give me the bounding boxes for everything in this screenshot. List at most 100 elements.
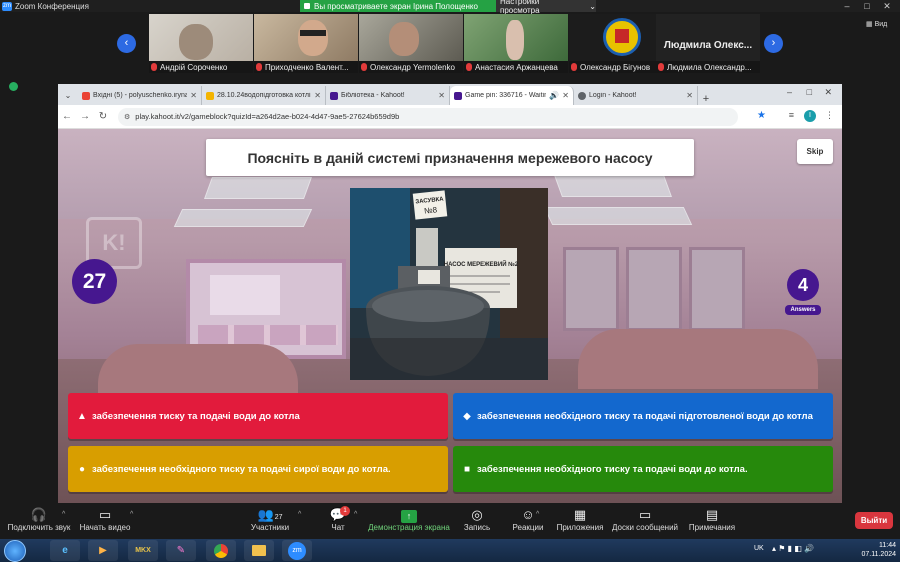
answer-option-yellow[interactable]: ● забезпечення необхідного тиску та пода…: [68, 446, 448, 492]
browser-maximize-icon[interactable]: □: [807, 87, 812, 97]
browser-minimize-icon[interactable]: –: [787, 87, 792, 97]
video-button[interactable]: ▭ Начать видео: [78, 507, 132, 532]
paint-icon[interactable]: ✎: [166, 540, 196, 561]
participant-video: [464, 14, 568, 61]
profile-avatar[interactable]: I: [804, 110, 816, 122]
participant-name: Анастасия Аржанцева: [464, 61, 568, 73]
chat-button[interactable]: 💬 1 Чат: [326, 506, 350, 532]
chat-badge: 1: [340, 506, 350, 516]
reload-icon[interactable]: ↻: [94, 111, 112, 122]
slides-icon: [206, 91, 214, 100]
clock-date: 07.11.2024: [861, 551, 896, 558]
maximize-icon[interactable]: □: [856, 0, 878, 12]
security-shield-icon: [9, 82, 18, 91]
prev-participants-button[interactable]: ‹: [117, 34, 136, 53]
skip-button[interactable]: Skip: [797, 139, 833, 164]
browser-tab-strip: ⌄ Вхідні (5) - polyuschenko.iryna@ ✕ 28.1…: [58, 84, 842, 105]
leave-button[interactable]: Выйти: [855, 512, 893, 529]
close-icon[interactable]: ✕: [876, 0, 898, 12]
mic-muted-icon: [571, 63, 577, 71]
url-field[interactable]: ⚙ play.kahoot.it/v2/gameblock?quizId=a26…: [118, 107, 738, 126]
audio-icon[interactable]: 🔊: [549, 91, 559, 100]
classroom-desk: [578, 329, 818, 389]
answer-option-blue[interactable]: ◆ забезпечення необхідного тиску та пода…: [453, 393, 833, 439]
address-bar-row: ← → ↻ ⚙ play.kahoot.it/v2/gameblock?quiz…: [58, 105, 842, 129]
classroom-window: [563, 247, 619, 331]
forward-icon[interactable]: →: [76, 111, 94, 122]
minimize-icon[interactable]: –: [836, 0, 858, 12]
view-options-button[interactable]: Настройки просмотра ⌄: [496, 0, 596, 15]
browser-tab-active[interactable]: Game pin: 336716 - Waitin 🔊 ✕: [450, 86, 574, 105]
circle-icon: ●: [78, 463, 86, 475]
participants-icon: 👥27: [257, 507, 283, 522]
grid-icon: ▦: [866, 21, 873, 28]
browser-menu-icon[interactable]: ⋮: [825, 110, 834, 121]
close-tab-icon[interactable]: ✕: [686, 91, 693, 100]
close-tab-icon[interactable]: ✕: [438, 91, 445, 100]
tab-search-icon[interactable]: ⌄: [58, 87, 78, 105]
bookmark-star-icon[interactable]: ★: [757, 110, 766, 121]
kahoot-icon: [330, 91, 338, 100]
participant-tile[interactable]: Олександр Yermolenko: [359, 14, 463, 73]
close-tab-icon[interactable]: ✕: [190, 91, 197, 100]
participant-tile[interactable]: Андрій Сороченко: [149, 14, 253, 73]
ceiling-light: [173, 209, 313, 227]
apps-icon: ▦: [573, 507, 587, 522]
audio-options-icon[interactable]: ^: [62, 511, 65, 518]
explorer-icon[interactable]: [244, 540, 274, 561]
participant-tile[interactable]: Приходченко Валент...: [254, 14, 358, 73]
answer-text: забезпечення необхідного тиску та подачі…: [477, 463, 748, 475]
whiteboards-button[interactable]: ▭ Доски сообщений: [612, 507, 678, 532]
browser-tab[interactable]: Login - Kahoot! ✕: [574, 86, 698, 105]
notes-button[interactable]: ▤ Примечания: [688, 507, 736, 532]
participant-name: Приходченко Валент...: [254, 61, 358, 73]
video-options-icon[interactable]: ^: [130, 511, 133, 518]
internet-explorer-icon[interactable]: e: [50, 540, 80, 561]
participants-button[interactable]: 👥27 Участники: [248, 507, 292, 532]
apps-button[interactable]: ▦ Приложения: [556, 507, 604, 532]
site-info-icon[interactable]: ⚙: [124, 113, 130, 121]
answer-option-red[interactable]: ▲ забезпечення тиску та подачі води до к…: [68, 393, 448, 439]
chat-options-icon[interactable]: ^: [354, 511, 357, 518]
answer-option-green[interactable]: ■ забезпечення необхідного тиску та пода…: [453, 446, 833, 492]
sharing-banner: Вы просматриваете экран Ірина Полощенко: [300, 0, 496, 12]
reactions-options-icon[interactable]: ^: [536, 511, 539, 518]
zoom-taskbar-icon[interactable]: zm: [282, 540, 312, 561]
browser-close-icon[interactable]: ✕: [824, 87, 832, 98]
record-button[interactable]: ◎ Запись: [462, 507, 492, 532]
media-player-icon[interactable]: ▶: [88, 540, 118, 561]
participant-tile[interactable]: Людмила Олекс... Людмила Олександр...: [656, 14, 760, 73]
tray-icons[interactable]: ▴ ⚑ ▮ ◧ 🔊: [772, 544, 814, 553]
participant-name: Людмила Олександр...: [656, 61, 760, 73]
browser-tab[interactable]: 28.10.24водопідготовка котлів ✕: [202, 86, 326, 105]
share-screen-button[interactable]: ↑ Демонстрация экрана: [368, 507, 450, 532]
clock[interactable]: 11:44 07.11.2024: [861, 541, 896, 559]
answers-count: 4: [787, 269, 819, 301]
question-title: Поясніть в даній системі призначення мер…: [206, 139, 694, 176]
chevron-down-icon: ⌄: [589, 1, 596, 11]
chrome-icon[interactable]: [206, 540, 236, 561]
close-tab-icon[interactable]: ✕: [562, 91, 569, 100]
mic-muted-icon: [361, 63, 367, 71]
answer-text: забезпечення необхідного тиску та подачі…: [92, 463, 391, 475]
browser-tab[interactable]: Бібліотека - Kahoot! ✕: [326, 86, 450, 105]
extensions-icon[interactable]: ≡: [789, 110, 794, 120]
sharing-banner-text: Вы просматриваете экран Ірина Полощенко: [314, 1, 478, 11]
start-button[interactable]: [4, 540, 26, 562]
clock-time: 11:44: [879, 542, 896, 549]
answer-text: забезпечення тиску та подачі води до кот…: [92, 410, 300, 422]
mkx-game-icon[interactable]: MKX: [128, 540, 158, 561]
next-participants-button[interactable]: ›: [764, 34, 783, 53]
valve-number-text: №8: [424, 205, 438, 215]
browser-tab[interactable]: Вхідні (5) - polyuschenko.iryna@ ✕: [78, 86, 202, 105]
language-indicator[interactable]: UK: [754, 545, 764, 552]
close-tab-icon[interactable]: ✕: [314, 91, 321, 100]
view-button[interactable]: ▦ Вид: [866, 20, 887, 28]
participant-tile[interactable]: Анастасия Аржанцева: [464, 14, 568, 73]
participants-options-icon[interactable]: ^: [298, 511, 301, 518]
back-icon[interactable]: ←: [58, 111, 76, 122]
countdown-timer: 27: [72, 259, 117, 304]
diamond-icon: ◆: [463, 410, 471, 422]
window-title: Zoom Конференция: [15, 1, 89, 11]
new-tab-button[interactable]: +: [698, 93, 714, 105]
